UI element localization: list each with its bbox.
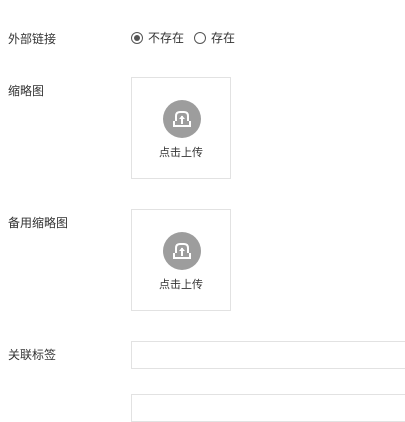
radio-unchecked-icon[interactable] [194,32,207,44]
backup-thumbnail-upload-text: 点击上传 [159,278,203,291]
radio-not-exist-label: 不存在 [148,31,185,45]
article-form: 外部链接 不存在 存在 缩略图 点击上传 备用缩略图 点击上传 关联标签 [0,0,405,422]
radio-exist[interactable]: 存在 [194,30,235,46]
next-field-input[interactable] [131,394,405,422]
thumbnail-upload-text: 点击上传 [159,146,203,159]
thumbnail-upload-button[interactable]: 点击上传 [131,77,231,179]
external-link-radio-group: 不存在 存在 [131,30,245,46]
radio-not-exist[interactable]: 不存在 [131,30,184,46]
radio-checked-icon[interactable] [131,32,143,44]
radio-exist-label: 存在 [211,31,236,45]
cloud-upload-icon [163,232,201,270]
backup-thumbnail-upload-button[interactable]: 点击上传 [131,209,231,311]
related-tags-label: 关联标签 [8,348,57,362]
cloud-upload-icon [163,100,201,138]
external-link-label: 外部链接 [8,32,57,46]
related-tags-input[interactable] [131,341,405,369]
backup-thumbnail-label: 备用缩略图 [8,216,69,230]
thumbnail-label: 缩略图 [8,84,45,98]
